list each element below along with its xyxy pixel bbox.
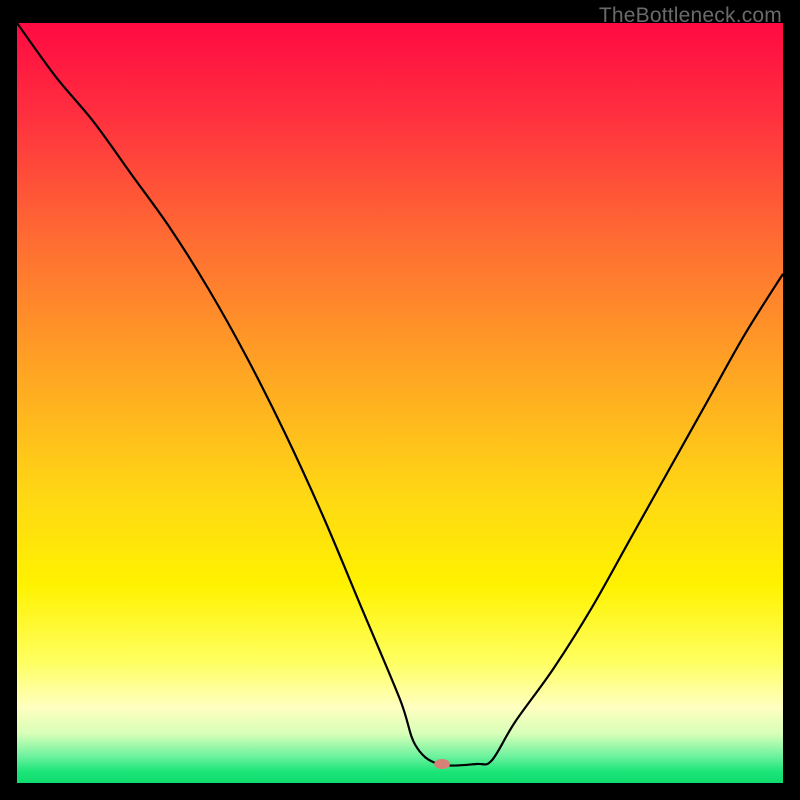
optimal-point-marker [434,759,450,769]
watermark-text: TheBottleneck.com [599,4,782,28]
chart-background [17,23,783,783]
bottleneck-chart [17,23,783,783]
